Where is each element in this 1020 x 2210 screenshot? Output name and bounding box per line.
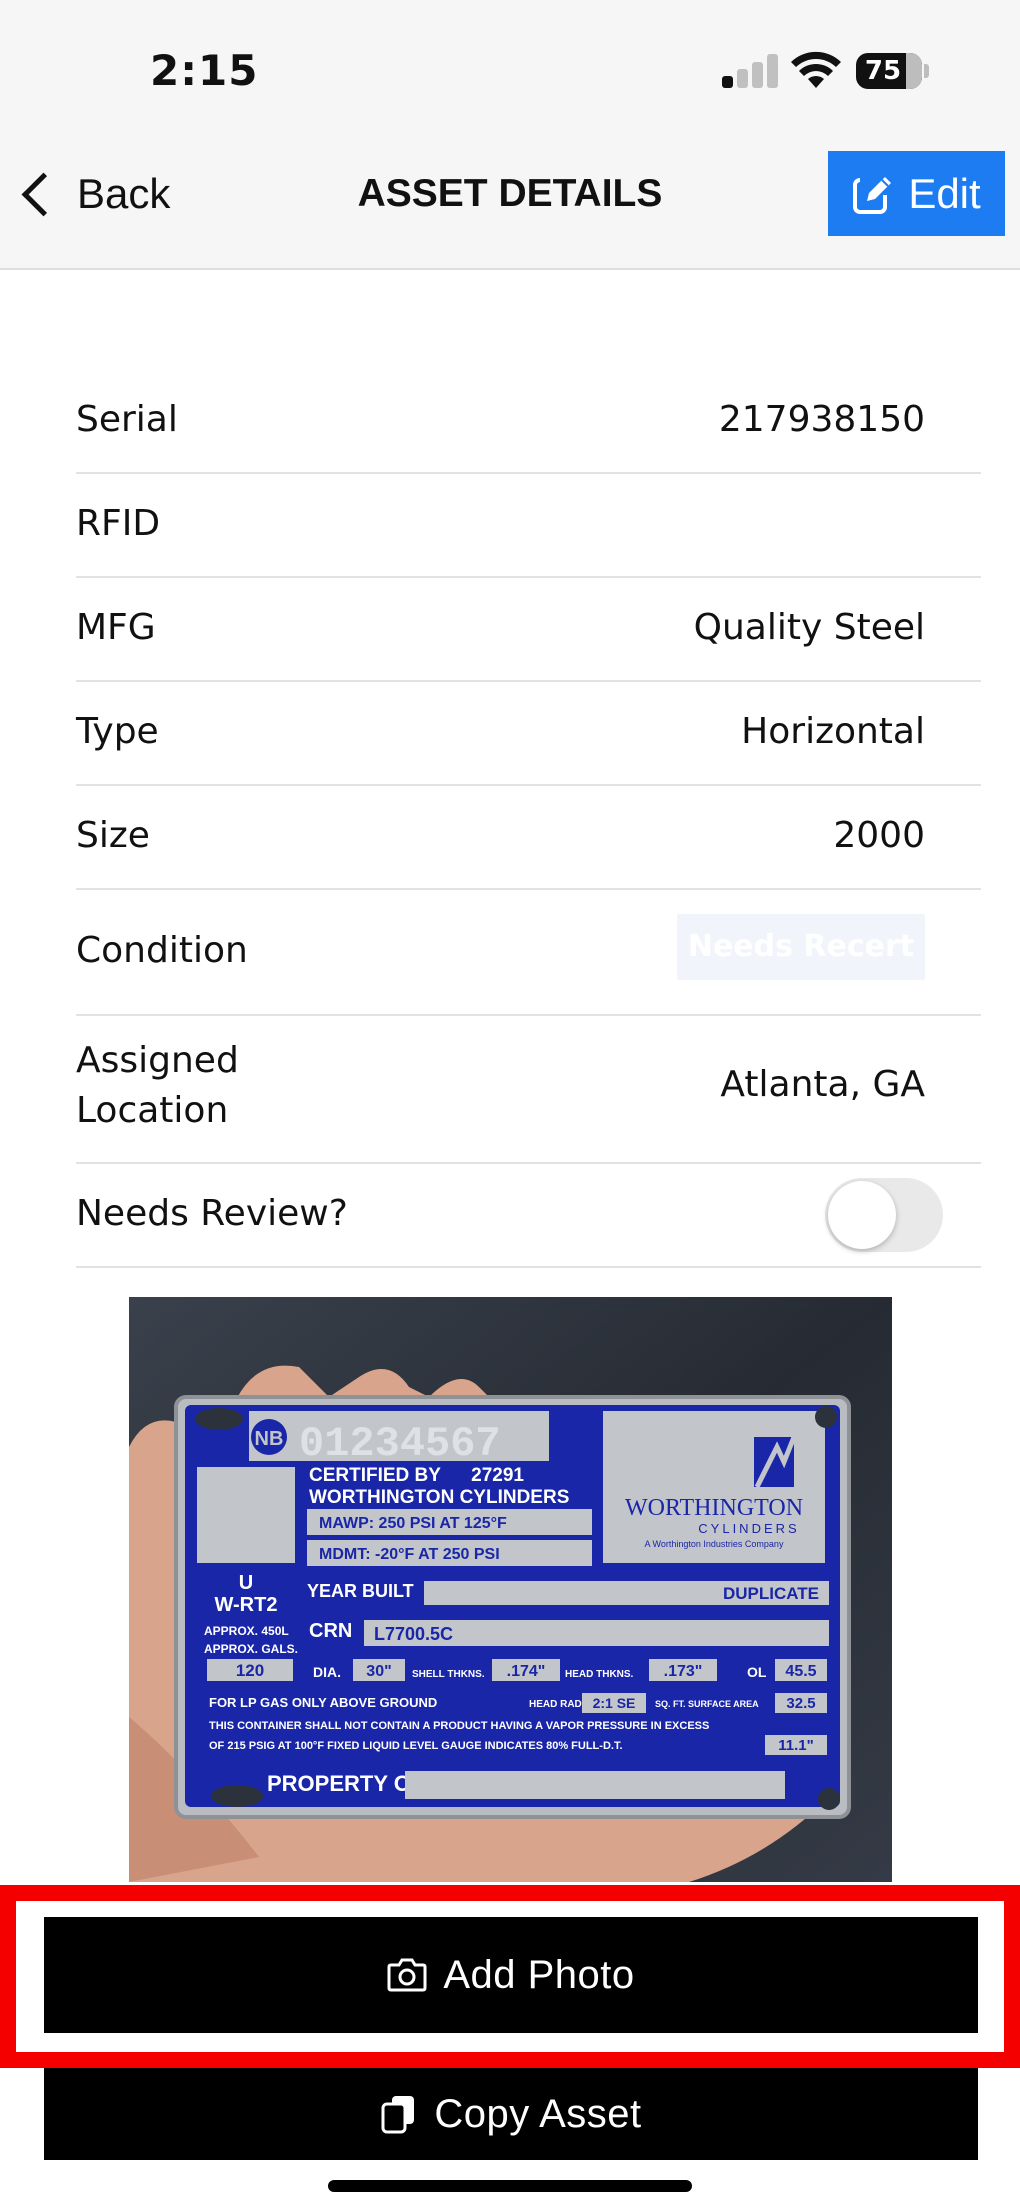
status-bar: 2:15 75 bbox=[0, 0, 1020, 130]
row-value: Quality Steel bbox=[693, 607, 925, 648]
battery-level: 75 bbox=[864, 56, 902, 86]
plate-serial: 01234567 bbox=[299, 1420, 501, 1468]
plate-ol-label: OL bbox=[747, 1664, 767, 1680]
plate-dia-label: DIA. bbox=[313, 1664, 341, 1680]
plate-lp-gas: FOR LP GAS ONLY ABOVE GROUND bbox=[209, 1695, 437, 1710]
plate-surface-label: SQ. FT. SURFACE AREA bbox=[655, 1699, 759, 1709]
plate-dia: 30" bbox=[366, 1663, 391, 1680]
plate-gauge: 11.1" bbox=[778, 1737, 813, 1754]
nav-bar: Back ASSET DETAILS Edit bbox=[0, 130, 1020, 270]
detail-row-condition: Condition Needs Recert bbox=[76, 890, 981, 1016]
back-button[interactable]: Back bbox=[16, 164, 170, 224]
detail-row-rfid: RFID bbox=[76, 474, 981, 578]
plate-maker: WORTHINGTON CYLINDERS bbox=[309, 1487, 569, 1508]
plate-crn-label: CRN bbox=[309, 1620, 352, 1642]
chevron-left-icon bbox=[21, 172, 66, 216]
plate-head-rad: 2:1 SE bbox=[593, 1695, 636, 1711]
condition-badge[interactable]: Needs Recert bbox=[677, 914, 925, 980]
plate-crn: L7700.5C bbox=[374, 1624, 453, 1644]
plate-brand: WORTHINGTON bbox=[625, 1495, 803, 1521]
row-label: Serial bbox=[76, 399, 178, 440]
plate-certified-by: CERTIFIED BY bbox=[309, 1465, 441, 1486]
plate-approx-l: APPROX. 450L bbox=[204, 1624, 289, 1638]
wifi-icon bbox=[791, 51, 841, 88]
edit-button[interactable]: Edit bbox=[828, 151, 1005, 236]
battery-nub bbox=[924, 64, 929, 78]
edit-icon bbox=[853, 172, 895, 214]
toggle-knob bbox=[828, 1181, 896, 1249]
back-label: Back bbox=[77, 170, 171, 217]
plate-brand-tag: A Worthington Industries Company bbox=[645, 1539, 784, 1549]
plate-surface: 32.5 bbox=[786, 1695, 815, 1712]
plate-shell-label: SHELL THKNS. bbox=[412, 1669, 485, 1680]
plate-shell: .174" bbox=[507, 1663, 546, 1680]
plate-warning-line-2: OF 215 PSIG AT 100°F FIXED LIQUID LEVEL … bbox=[209, 1740, 623, 1752]
plate-ol: 45.5 bbox=[785, 1663, 816, 1680]
battery-icon: 75 bbox=[856, 53, 922, 89]
plate-head-rad-label: HEAD RAD. bbox=[529, 1699, 585, 1710]
row-label: MFG bbox=[76, 607, 156, 648]
detail-row-needs-review: Needs Review? bbox=[76, 1164, 981, 1268]
row-value: 217938150 bbox=[718, 399, 925, 440]
copy-icon bbox=[381, 2096, 415, 2134]
needs-review-toggle[interactable] bbox=[825, 1178, 943, 1252]
row-value: 2000 bbox=[833, 815, 925, 856]
plate-warning-line-1: THIS CONTAINER SHALL NOT CONTAIN A PRODU… bbox=[209, 1720, 709, 1732]
row-label: RFID bbox=[76, 503, 161, 544]
detail-row-serial: Serial 217938150 bbox=[76, 370, 981, 474]
copy-asset-label: Copy Asset bbox=[434, 2091, 642, 2136]
plate-approx-gals: APPROX. GALS. bbox=[204, 1642, 298, 1656]
status-time: 2:15 bbox=[150, 46, 259, 95]
plate-head: .173" bbox=[664, 1663, 703, 1680]
plate-property-of: PROPERTY OF bbox=[267, 1771, 424, 1796]
data-plate-image: NB 01234567 U W-RT2 CERTIFIED BY 27291 W… bbox=[129, 1297, 892, 1882]
row-value: Horizontal bbox=[741, 711, 925, 752]
plate-head-label: HEAD THKNS. bbox=[565, 1669, 634, 1680]
plate-u-mark: U bbox=[239, 1572, 253, 1594]
edit-label: Edit bbox=[908, 169, 981, 217]
plate-duplicate: DUPLICATE bbox=[723, 1584, 819, 1603]
row-value: Atlanta, GA bbox=[720, 1064, 925, 1105]
asset-photo[interactable]: NB 01234567 U W-RT2 CERTIFIED BY 27291 W… bbox=[129, 1297, 892, 1882]
detail-row-mfg: MFG Quality Steel bbox=[76, 578, 981, 682]
home-indicator[interactable] bbox=[328, 2180, 692, 2192]
row-label: Type bbox=[76, 711, 159, 752]
svg-text:NB: NB bbox=[255, 1428, 284, 1450]
row-label: Assigned Location bbox=[76, 1040, 239, 1131]
camera-icon bbox=[387, 1958, 427, 1992]
copy-asset-button[interactable]: Copy Asset bbox=[44, 2068, 978, 2160]
plate-mdmt: MDMT: -20°F AT 250 PSI bbox=[319, 1546, 500, 1563]
plate-cert-number: 27291 bbox=[471, 1465, 524, 1486]
plate-gals: 120 bbox=[236, 1661, 264, 1680]
detail-row-assigned-location: Assigned Location Atlanta, GA bbox=[76, 1016, 981, 1164]
plate-model: W-RT2 bbox=[215, 1594, 278, 1616]
row-label: Condition bbox=[76, 930, 248, 971]
plate-year-built: YEAR BUILT bbox=[307, 1581, 414, 1601]
add-photo-button[interactable]: Add Photo bbox=[44, 1917, 978, 2033]
plate-mawp: MAWP: 250 PSI AT 125°F bbox=[319, 1515, 507, 1532]
plate-brand-sub: CYLINDERS bbox=[698, 1521, 799, 1536]
cellular-signal-icon bbox=[722, 54, 778, 88]
detail-row-size: Size 2000 bbox=[76, 786, 981, 890]
add-photo-label: Add Photo bbox=[443, 1952, 635, 1997]
row-label: Needs Review? bbox=[76, 1193, 348, 1234]
row-label: Size bbox=[76, 815, 150, 856]
detail-row-type: Type Horizontal bbox=[76, 682, 981, 786]
